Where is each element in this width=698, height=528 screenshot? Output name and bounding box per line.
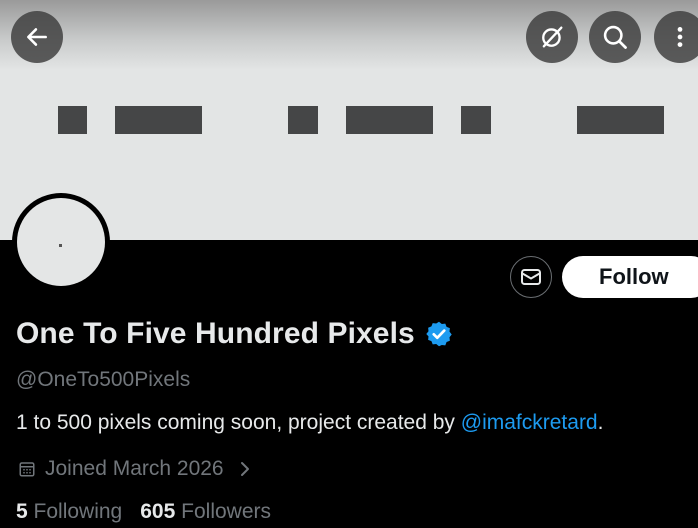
banner-pixel-block <box>577 106 664 134</box>
banner-pixel-block <box>115 106 202 134</box>
bio-text: 1 to 500 pixels coming soon, project cre… <box>16 411 461 434</box>
banner-pixel-block <box>461 106 491 134</box>
avatar[interactable] <box>12 193 110 291</box>
avatar-pixel <box>59 244 62 247</box>
profile-bio: 1 to 500 pixels coming soon, project cre… <box>16 411 603 435</box>
avatar-image <box>17 198 105 286</box>
followers-count: 605 <box>140 500 176 523</box>
grok-button[interactable] <box>526 11 578 63</box>
back-button[interactable] <box>11 11 63 63</box>
followers-label: Followers <box>181 500 271 523</box>
follow-button[interactable]: Follow <box>562 256 698 298</box>
message-button[interactable] <box>510 256 552 298</box>
joined-date: Joined March 2026 <box>45 457 224 480</box>
following-label: Following <box>33 500 123 523</box>
display-name: One To Five Hundred Pixels <box>16 317 415 350</box>
joined-date-row[interactable]: Joined March 2026 <box>18 456 252 482</box>
verified-badge-icon[interactable] <box>425 320 453 348</box>
profile-name-row: One To Five Hundred Pixels <box>16 314 453 354</box>
bio-mention-link[interactable]: @imafckretard <box>461 411 598 434</box>
search-icon <box>603 25 627 49</box>
following-link[interactable]: 5 Following <box>16 500 122 523</box>
more-vertical-icon <box>677 27 683 47</box>
grok-icon <box>542 26 563 48</box>
chevron-right-icon <box>238 460 252 478</box>
banner-pixel-block <box>288 106 318 134</box>
arrow-left-icon <box>27 28 47 46</box>
envelope-icon <box>521 269 541 285</box>
banner-pixel-block <box>58 106 87 134</box>
user-handle: @OneTo500Pixels <box>16 368 191 391</box>
followers-link[interactable]: 605 Followers <box>140 500 271 523</box>
banner-pixel-block <box>346 106 433 134</box>
bio-end: . <box>597 411 604 434</box>
search-button[interactable] <box>589 11 641 63</box>
calendar-icon <box>19 462 35 477</box>
following-count: 5 <box>16 500 28 523</box>
more-options-button[interactable] <box>654 11 698 63</box>
follow-stats: 5 Following 605 Followers <box>16 500 271 524</box>
